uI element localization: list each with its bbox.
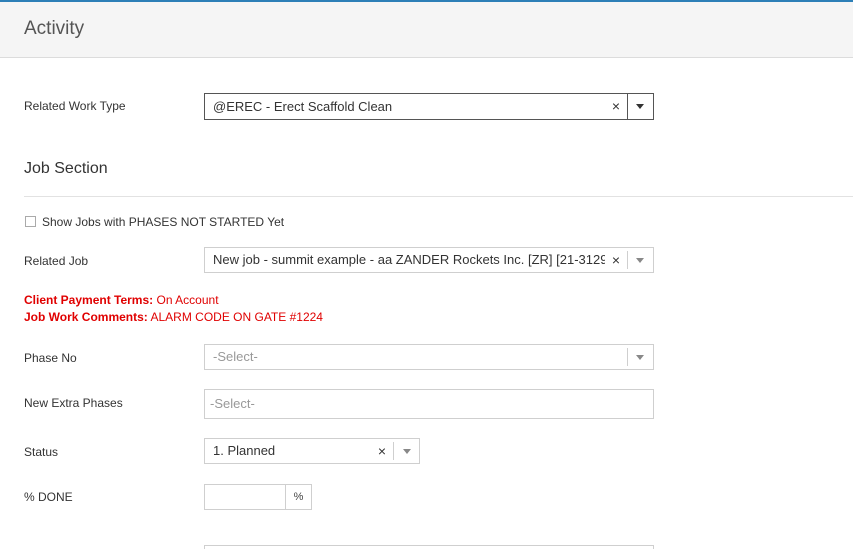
job-section-title: Job Section <box>24 160 108 177</box>
client-payment-terms-value: On Account <box>156 293 219 307</box>
related-work-type-label: Related Work Type <box>24 99 126 113</box>
status-label: Status <box>24 445 59 459</box>
status-clear-icon[interactable]: × <box>375 439 389 463</box>
new-extra-phases-label: New Extra Phases <box>24 396 123 410</box>
related-job-select[interactable]: New job - summit example - aa ZANDER Roc… <box>204 247 654 273</box>
select-divider <box>627 348 628 366</box>
client-payment-terms-label: Client Payment Terms: <box>24 293 154 307</box>
activity-form-page: Activity Related Work Type @EREC - Erect… <box>0 0 853 549</box>
show-jobs-checkbox-label[interactable]: Show Jobs with PHASES NOT STARTED Yet <box>42 215 284 229</box>
percent-addon: % <box>285 484 312 510</box>
select-divider <box>393 442 394 460</box>
section-divider <box>24 196 853 197</box>
chevron-down-icon[interactable] <box>403 449 411 454</box>
chevron-down-icon[interactable] <box>636 355 644 360</box>
related-work-type-clear-icon[interactable]: × <box>609 94 623 119</box>
select-divider <box>627 251 628 269</box>
job-work-comments-label: Job Work Comments: <box>24 310 148 324</box>
percent-done-input[interactable] <box>204 484 286 510</box>
related-work-type-select[interactable]: @EREC - Erect Scaffold Clean × <box>204 93 654 120</box>
status-select[interactable]: 1. Planned × <box>204 438 420 464</box>
select-divider <box>627 94 628 119</box>
page-title: Activity <box>24 18 85 39</box>
chevron-down-icon[interactable] <box>636 104 644 109</box>
phase-no-label: Phase No <box>24 351 77 365</box>
status-value: 1. Planned <box>213 443 276 458</box>
related-job-label: Related Job <box>24 254 89 268</box>
page-header: Activity <box>0 0 853 58</box>
related-job-value: New job - summit example - aa ZANDER Roc… <box>213 252 605 267</box>
job-work-comments: Job Work Comments: ALARM CODE ON GATE #1… <box>24 310 323 324</box>
percent-done-label: % DONE <box>24 490 73 504</box>
phase-no-placeholder: -Select- <box>213 349 258 364</box>
show-jobs-checkbox[interactable] <box>25 216 36 227</box>
job-work-comments-value: ALARM CODE ON GATE #1224 <box>150 310 323 324</box>
related-work-type-value: @EREC - Erect Scaffold Clean <box>213 99 393 114</box>
phase-no-select[interactable]: -Select- <box>204 344 654 370</box>
new-extra-phases-input[interactable]: -Select- <box>204 389 654 419</box>
client-payment-terms: Client Payment Terms: On Account <box>24 293 219 307</box>
new-extra-phases-placeholder: -Select- <box>210 396 255 411</box>
related-job-clear-icon[interactable]: × <box>609 248 623 272</box>
chevron-down-icon[interactable] <box>636 258 644 263</box>
cut-off-select[interactable] <box>204 545 654 549</box>
